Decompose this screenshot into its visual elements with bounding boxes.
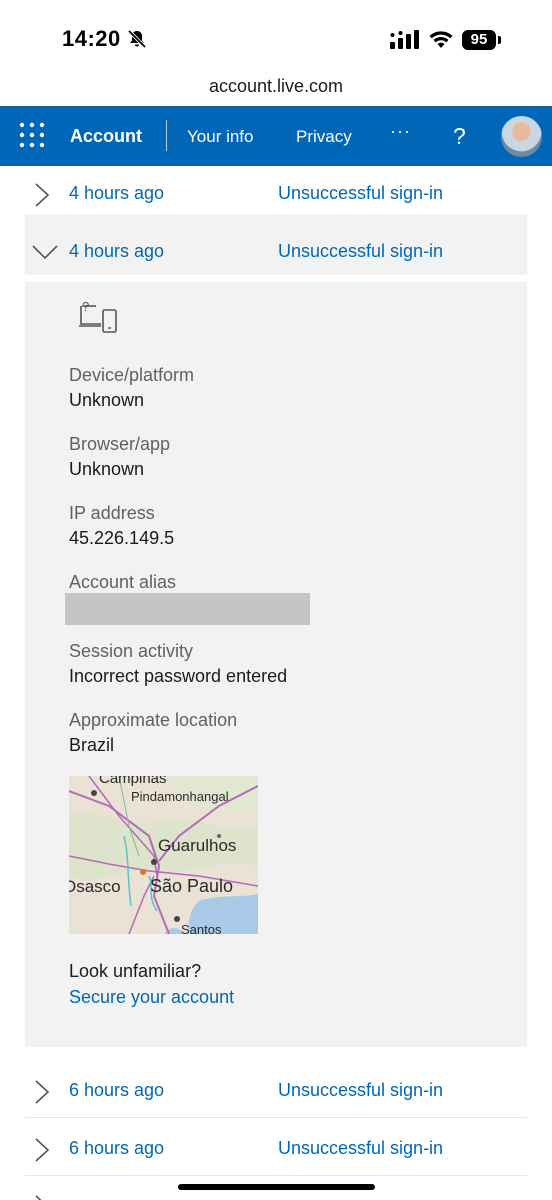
location-value: Brazil [69,735,115,755]
wifi-icon [429,31,453,48]
nav-divider [166,120,167,151]
activity-row[interactable]: 6 hours ago Unsuccessful sign-in [25,1063,527,1118]
svg-text:?: ? [82,299,89,314]
chevron-down-icon [32,245,58,260]
bell-slash-icon [127,29,147,49]
location-label: Approximate location [69,710,238,730]
waffle-icon[interactable] [19,122,45,148]
activity-status: Unsuccessful sign-in [278,1138,444,1158]
nav-privacy-link[interactable]: Privacy [296,127,352,147]
avatar[interactable] [501,116,542,157]
location-map: Campinas Pindamonhangal Guarulhos Osasco… [69,776,258,934]
map-label-sao-paulo: São Paulo [150,876,234,896]
map-label-campinas: Campinas [99,776,167,787]
help-button[interactable]: ? [453,123,466,150]
device-value: Unknown [69,390,145,410]
activity-status: Unsuccessful sign-in [278,1080,444,1100]
browser-label: Browser/app [69,434,171,454]
row-divider [25,1175,527,1176]
activity-row-expanded[interactable]: 4 hours ago Unsuccessful sign-in [25,214,527,275]
unknown-device-icon: ? [79,299,117,333]
activity-time: 4 hours ago [69,241,165,261]
activity-row[interactable]: 6 hours ago Unsuccessful sign-in [25,1121,527,1176]
map-label-osasco: Osasco [69,877,121,896]
battery-tip [498,36,501,44]
browser-value: Unknown [69,459,145,479]
chevron-right-icon [35,1080,50,1104]
battery-icon: 95 [462,30,496,50]
redacted-alias [65,593,310,625]
activity-status: Unsuccessful sign-in [278,241,444,261]
more-menu-button[interactable]: ··· [390,121,411,142]
activity-time: 6 hours ago [69,1138,165,1158]
alias-label: Account alias [69,572,177,592]
chevron-right-icon [35,1138,50,1162]
activity-row[interactable]: 4 hours ago Unsuccessful sign-in [25,166,527,221]
map-label-guarulhos: Guarulhos [158,836,237,855]
status-time: 14:20 [62,26,121,51]
secure-your-account-link[interactable]: Secure your account [69,987,234,1008]
url-bar[interactable]: account.live.com [0,76,552,97]
ip-label: IP address [69,503,155,523]
home-indicator [178,1184,375,1190]
chevron-right-icon [35,183,50,207]
look-unfamiliar-text: Look unfamiliar? [69,961,202,981]
row-divider [25,1117,527,1118]
session-value: Incorrect password entered [69,666,288,686]
activity-time: 4 hours ago [69,183,165,203]
chevron-right-icon [35,1195,42,1200]
activity-time: 6 hours ago [69,1080,165,1100]
activity-status: Unsuccessful sign-in [278,183,444,203]
ip-value: 45.226.149.5 [69,528,175,548]
map-label-pindamonhangaba: Pindamonhangal [131,789,229,804]
nav-account-link[interactable]: Account [70,126,142,147]
session-label: Session activity [69,641,194,661]
map-label-santos: Santos [181,922,222,934]
signal-icon [390,30,419,49]
device-label: Device/platform [69,365,195,385]
nav-your-info-link[interactable]: Your info [187,127,253,147]
